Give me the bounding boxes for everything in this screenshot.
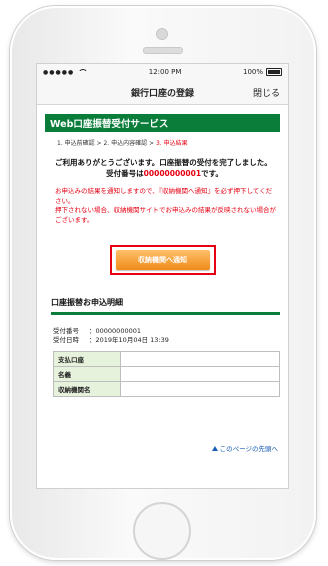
table-header-cell: 名義 — [53, 366, 121, 382]
battery-icon — [266, 68, 282, 76]
receipt-value: ：00000000001 — [89, 327, 141, 335]
camera-icon — [156, 28, 168, 40]
close-button[interactable]: 閉じる — [253, 86, 280, 99]
receipt-label: 受付番号 — [53, 327, 79, 335]
datetime-value: ：2019年10月04日 13:39 — [89, 336, 169, 344]
details-meta: 受付番号 ：00000000001 受付日時 ：2019年10月04日 13:3… — [53, 327, 288, 345]
service-title: Web口座振替受付サービス — [45, 114, 280, 132]
battery-percent: 100% — [242, 68, 263, 76]
status-bar: ●●●●● 12:00 PM 100% — [37, 64, 288, 80]
step-3-current: 3. 申込結果 — [155, 140, 188, 147]
datetime-label: 受付日時 — [53, 336, 79, 344]
notice-line-1: お申込みの結果を通知しますので、『収納機関へ通知』を必ず押下してください。 — [55, 187, 273, 205]
table-header-cell: 支払口座 — [53, 351, 121, 367]
nav-title: 銀行口座の登録 — [130, 88, 194, 99]
phone-screen: ●●●●● 12:00 PM 100% 銀行口座の登録 閉じる Web口座振替受… — [36, 63, 289, 489]
notify-button-highlight: 収納機関へ通知 — [109, 245, 216, 275]
notify-button[interactable]: 収納機関へ通知 — [115, 250, 210, 270]
wifi-icon — [78, 69, 89, 75]
step-breadcrumb: 1. 申込前確認 > 2. 申込内容確認 > 3. 申込結果 — [57, 138, 288, 147]
table-value-cell — [120, 381, 280, 397]
notice-line-2: 押下されない場合、収納機関サイトでお申込みの結果が反映されない場合がございます。 — [55, 206, 276, 224]
signal-icon: ●●●●● — [43, 68, 75, 76]
details-title: 口座振替お申込明細 — [51, 297, 280, 315]
receipt-prefix: 受付番号は — [106, 169, 144, 178]
completion-line: ご利用ありがとうございます。口座振替の受付を完了しました。 — [55, 158, 272, 167]
speaker-grille — [143, 47, 183, 54]
receipt-suffix: です。 — [201, 169, 223, 178]
back-to-top-label: このページの先頭へ — [219, 445, 278, 453]
table-row: 名義 — [53, 366, 280, 382]
step-2: 2. 申込内容確認 > — [103, 140, 156, 147]
table-value-cell — [120, 366, 280, 382]
notice-text: お申込みの結果を通知しますので、『収納機関へ通知』を必ず押下してください。 押下… — [55, 187, 276, 225]
home-button[interactable] — [133, 502, 191, 560]
details-table: 支払口座 名義 収納機関名 — [53, 351, 280, 397]
arrow-up-icon — [211, 445, 218, 451]
table-header-cell: 収納機関名 — [53, 381, 121, 397]
table-value-cell — [120, 351, 280, 367]
back-to-top-link[interactable]: このページの先頭へ — [211, 443, 278, 453]
receipt-number: 00000000001 — [143, 169, 202, 178]
status-time: 12:00 PM — [148, 68, 182, 76]
table-row: 支払口座 — [53, 351, 280, 367]
completion-message: ご利用ありがとうございます。口座振替の受付を完了しました。 受付番号は00000… — [55, 157, 274, 179]
step-1: 1. 申込前確認 > — [57, 140, 104, 147]
table-row: 収納機関名 — [53, 381, 280, 397]
nav-bar: 銀行口座の登録 閉じる — [37, 80, 288, 105]
